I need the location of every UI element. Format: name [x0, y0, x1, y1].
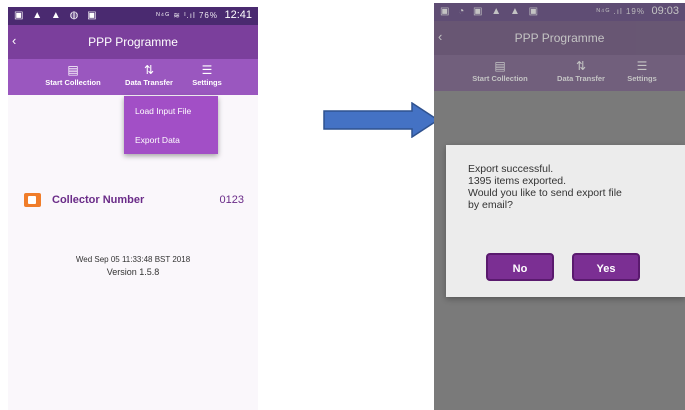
settings-button[interactable]: ☰ Settings	[185, 62, 229, 87]
app-title: PPP Programme	[88, 35, 178, 49]
status-bar: ▣ ◔ ▣ ▲ ▲ ▣ ᴺ⁴ᴳ .ıl 19% 09:03	[434, 3, 685, 21]
dialog-line: by email?	[468, 199, 513, 211]
data-transfer-button: ⇅ Data Transfer	[548, 58, 614, 83]
left-phone-screen: ▣ ▲ ▲ ◍ ▣ ᴺ⁴ᴳ ≋ ᴵ.ıl 76% 12:41 ‹ PPP Pro…	[8, 7, 258, 410]
sliders-icon: ☰	[201, 63, 213, 77]
sliders-icon: ☰	[636, 59, 648, 73]
dialog-line: Would you like to send export file	[468, 187, 622, 199]
signal-battery-icons: ᴺ⁴ᴳ ≋ ᴵ.ıl 76%	[156, 11, 218, 20]
collector-id-icon	[24, 193, 41, 207]
data-transfer-button[interactable]: ⇅ Data Transfer	[117, 62, 181, 87]
export-dialog: Export successful. 1395 items exported. …	[446, 145, 685, 297]
signal-battery-icons: ᴺ⁴ᴳ .ıl 19%	[596, 7, 645, 16]
data-transfer-label: Data Transfer	[557, 74, 605, 83]
clipboard-icon: ▤	[494, 59, 506, 73]
dialog-line: 1395 items exported.	[468, 175, 567, 187]
transition-arrow-icon	[323, 102, 440, 138]
app-title: PPP Programme	[514, 31, 605, 45]
action-toolbar: ▤ Start Collection ⇅ Data Transfer ☰ Set…	[8, 59, 258, 95]
transfer-arrows-icon: ⇅	[575, 59, 587, 73]
clipboard-icon: ▤	[67, 63, 79, 77]
app-version: Version 1.5.8	[106, 267, 160, 277]
clock: 09:03	[651, 5, 679, 17]
dialog-line: Export successful.	[468, 163, 554, 175]
start-collection-button: ▤ Start Collection	[464, 58, 536, 83]
start-collection-label: Start Collection	[45, 78, 101, 87]
settings-label: Settings	[627, 74, 657, 83]
collector-number-label: Collector Number	[52, 194, 145, 206]
transfer-arrows-icon: ⇅	[143, 63, 155, 77]
app-title-bar: ‹ PPP Programme	[434, 21, 685, 55]
data-transfer-label: Data Transfer	[125, 78, 173, 87]
build-date: Wed Sep 05 11:33:48 BST 2018	[75, 255, 191, 264]
dialog-message: Export successful. 1395 items exported. …	[468, 163, 622, 211]
clock: 12:41	[224, 9, 252, 21]
start-collection-button[interactable]: ▤ Start Collection	[37, 62, 109, 87]
settings-button: ☰ Settings	[620, 58, 664, 83]
yes-button[interactable]: Yes	[572, 253, 640, 281]
collector-row: Collector Number 0123	[24, 191, 244, 211]
start-collection-label: Start Collection	[472, 74, 528, 83]
app-title-bar: ‹ PPP Programme	[8, 25, 258, 59]
action-toolbar: ▤ Start Collection ⇅ Data Transfer ☰ Set…	[434, 55, 685, 91]
menu-item-load-input-file[interactable]: Load Input File	[135, 106, 191, 116]
notification-icons: ▣ ▲ ▲ ◍ ▣	[14, 10, 100, 21]
menu-item-export-data[interactable]: Export Data	[135, 135, 180, 145]
no-button[interactable]: No	[486, 253, 554, 281]
notification-icons: ▣ ◔ ▣ ▲ ▲ ▣	[440, 6, 542, 17]
collector-number-value: 0123	[219, 194, 244, 206]
right-phone-screen: ▣ ◔ ▣ ▲ ▲ ▣ ᴺ⁴ᴳ .ıl 19% 09:03 ‹ PPP Prog…	[434, 3, 685, 410]
settings-label: Settings	[192, 78, 222, 87]
data-transfer-menu: Load Input File Export Data	[124, 96, 218, 154]
status-bar: ▣ ▲ ▲ ◍ ▣ ᴺ⁴ᴳ ≋ ᴵ.ıl 76% 12:41	[8, 7, 258, 25]
